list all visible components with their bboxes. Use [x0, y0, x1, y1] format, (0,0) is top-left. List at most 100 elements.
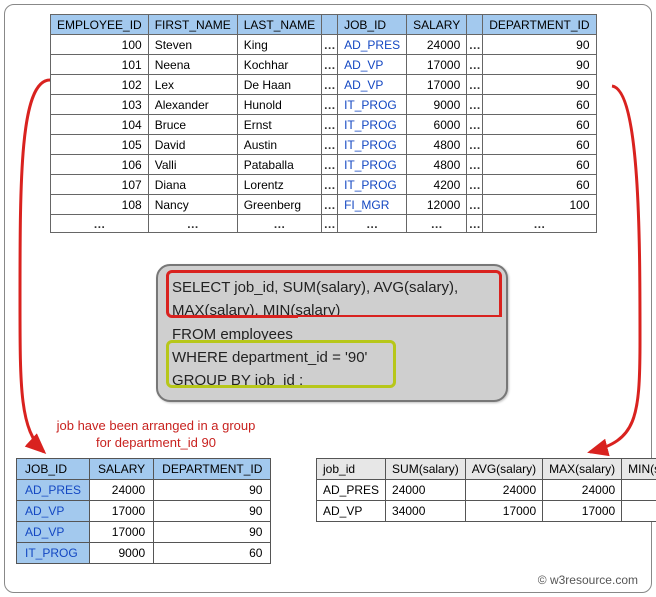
cell-ellipsis: … [322, 95, 338, 115]
col-department-id: DEPARTMENT_ID [483, 15, 596, 35]
cell-sum: 24000 [386, 480, 466, 501]
col-sum-salary: SUM(salary) [386, 459, 466, 480]
cell-first-name: David [148, 135, 237, 155]
cell-ellipsis: … [467, 75, 483, 95]
cell-salary: 17000 [90, 522, 154, 543]
cell-department-id: 60 [483, 115, 596, 135]
sql-line-select2: MAX(salary), MIN(salary) [172, 299, 492, 322]
cell-job-id: AD_VP [317, 501, 386, 522]
cell-last-name: Kochhar [237, 55, 321, 75]
cell-last-name: Greenberg [237, 195, 321, 215]
cell-ellipsis: … [407, 215, 467, 233]
sql-line-select: SELECT job_id, SUM(salary), AVG(salary), [172, 276, 492, 299]
cell-job-id: AD_VP [338, 55, 407, 75]
col-ellipsis-2 [467, 15, 483, 35]
grouped-caption: job have been arranged in a group for de… [26, 418, 286, 452]
table-row: 100StevenKing…AD_PRES24000…90 [51, 35, 597, 55]
cell-salary: 17000 [407, 75, 467, 95]
cell-employee-id: 104 [51, 115, 149, 135]
cell-ellipsis: … [467, 175, 483, 195]
col-job-id: JOB_ID [17, 459, 90, 480]
cell-ellipsis: … [322, 115, 338, 135]
col-salary: SALARY [407, 15, 467, 35]
cell-salary: 4800 [407, 155, 467, 175]
cell-ellipsis: … [322, 75, 338, 95]
table-row: AD_VP1700090 [17, 522, 271, 543]
cell-ellipsis: … [467, 135, 483, 155]
cell-salary: 17000 [407, 55, 467, 75]
cell-department-id: 60 [154, 543, 271, 564]
cell-department-id: 60 [483, 135, 596, 155]
cell-job-id: IT_PROG [338, 175, 407, 195]
cell-last-name: Lorentz [237, 175, 321, 195]
cell-ellipsis: … [467, 55, 483, 75]
cell-ellipsis: … [467, 35, 483, 55]
sql-line-groupby: GROUP BY job_id ; [172, 369, 492, 392]
cell-max: 17000 [543, 501, 622, 522]
col-salary: SALARY [90, 459, 154, 480]
cell-department-id: 60 [483, 95, 596, 115]
cell-ellipsis: … [322, 135, 338, 155]
cell-job-id: IT_PROG [338, 155, 407, 175]
cell-first-name: Valli [148, 155, 237, 175]
col-employee-id: EMPLOYEE_ID [51, 15, 149, 35]
cell-employee-id: 101 [51, 55, 149, 75]
cell-ellipsis: … [322, 175, 338, 195]
query-result-table: job_id SUM(salary) AVG(salary) MAX(salar… [316, 458, 656, 522]
cell-job-id: IT_PROG [338, 135, 407, 155]
cell-employee-id: 105 [51, 135, 149, 155]
cell-last-name: Ernst [237, 115, 321, 135]
cell-ellipsis: … [322, 215, 338, 233]
cell-ellipsis: … [483, 215, 596, 233]
table-row: 103AlexanderHunold…IT_PROG9000…60 [51, 95, 597, 115]
cell-employee-id: 100 [51, 35, 149, 55]
cell-avg: 17000 [465, 501, 542, 522]
cell-max: 24000 [543, 480, 622, 501]
cell-ellipsis: … [322, 155, 338, 175]
cell-first-name: Steven [148, 35, 237, 55]
sql-query-box: SELECT job_id, SUM(salary), AVG(salary),… [156, 264, 508, 402]
credit-text: © w3resource.com [538, 573, 638, 587]
cell-last-name: Austin [237, 135, 321, 155]
table-row: AD_VP34000170001700017000 [317, 501, 656, 522]
col-last-name: LAST_NAME [237, 15, 321, 35]
table-row: IT_PROG900060 [17, 543, 271, 564]
cell-first-name: Bruce [148, 115, 237, 135]
cell-salary: 12000 [407, 195, 467, 215]
cell-department-id: 60 [483, 175, 596, 195]
cell-ellipsis: … [338, 215, 407, 233]
table-row: AD_VP1700090 [17, 501, 271, 522]
col-min-salary: MIN(salary) [622, 459, 656, 480]
cell-ellipsis: … [148, 215, 237, 233]
cell-job-id: AD_VP [17, 522, 90, 543]
cell-last-name: De Haan [237, 75, 321, 95]
cell-department-id: 90 [154, 501, 271, 522]
employees-table: EMPLOYEE_ID FIRST_NAME LAST_NAME JOB_ID … [50, 14, 597, 233]
cell-ellipsis: … [467, 115, 483, 135]
cell-salary: 24000 [407, 35, 467, 55]
table-row: 104BruceErnst…IT_PROG6000…60 [51, 115, 597, 135]
grouped-dept90-table: JOB_ID SALARY DEPARTMENT_ID AD_PRES24000… [16, 458, 271, 564]
cell-sum: 34000 [386, 501, 466, 522]
cell-department-id: 90 [154, 480, 271, 501]
cell-ellipsis: … [322, 195, 338, 215]
cell-last-name: King [237, 35, 321, 55]
cell-ellipsis: … [467, 155, 483, 175]
col-job-id: job_id [317, 459, 386, 480]
table-row: 106ValliPataballa…IT_PROG4800…60 [51, 155, 597, 175]
cell-department-id: 90 [483, 35, 596, 55]
cell-job-id: AD_VP [338, 75, 407, 95]
cell-first-name: Diana [148, 175, 237, 195]
table-row: 107DianaLorentz…IT_PROG4200…60 [51, 175, 597, 195]
cell-last-name: Hunold [237, 95, 321, 115]
table-row: AD_PRES24000240002400024000 [317, 480, 656, 501]
caption-line2: for department_id 90 [96, 435, 216, 450]
cell-ellipsis: … [51, 215, 149, 233]
cell-ellipsis: … [467, 195, 483, 215]
cell-salary: 4800 [407, 135, 467, 155]
cell-salary: 4200 [407, 175, 467, 195]
cell-salary: 9000 [90, 543, 154, 564]
cell-first-name: Lex [148, 75, 237, 95]
cell-department-id: 90 [483, 55, 596, 75]
cell-first-name: Nancy [148, 195, 237, 215]
